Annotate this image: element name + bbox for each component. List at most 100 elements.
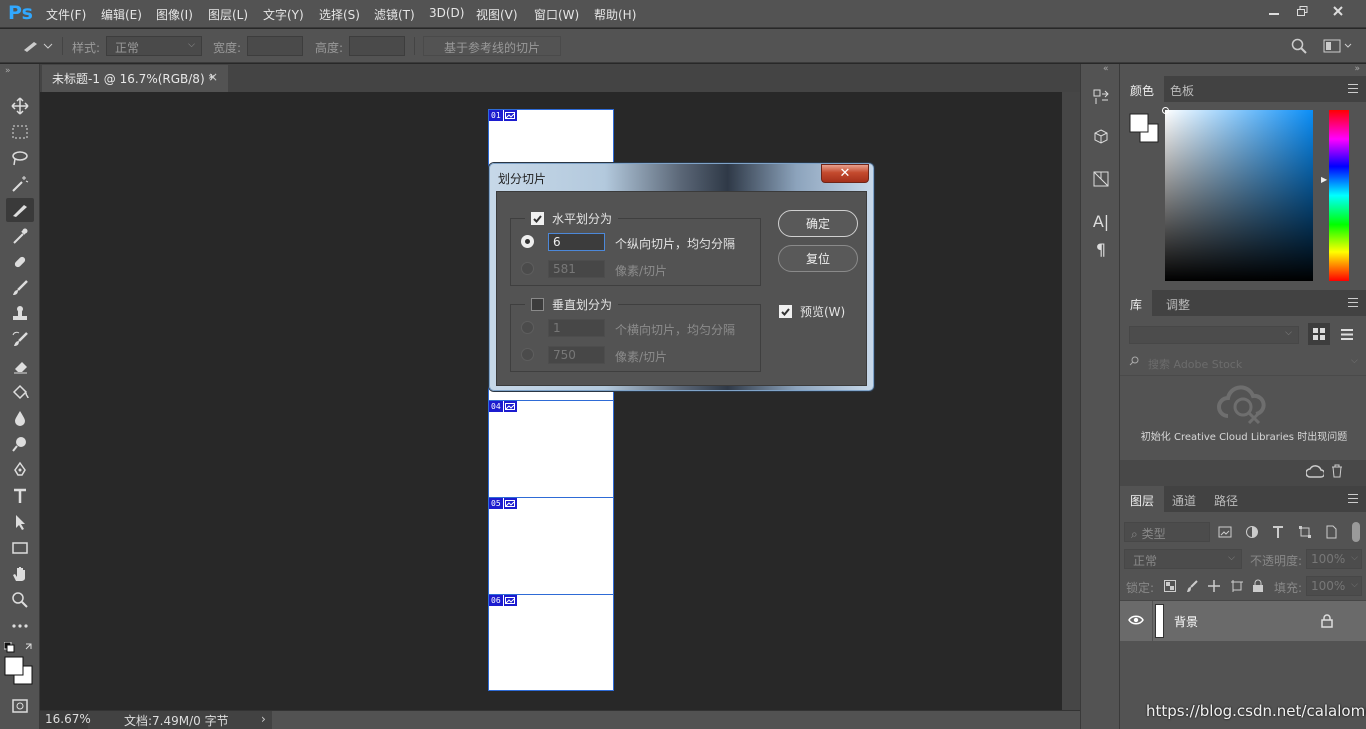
menu-layer[interactable]: 图层(L) xyxy=(208,6,248,23)
paragraph-panel-icon[interactable]: ¶ xyxy=(1090,238,1112,260)
default-colors-icon[interactable] xyxy=(4,642,34,654)
lock-all-icon[interactable] xyxy=(1252,579,1264,593)
menu-filter[interactable]: 滤镜(T) xyxy=(374,6,415,23)
horizontal-pixels-input[interactable]: 581 xyxy=(548,260,605,278)
3d-panel-icon[interactable] xyxy=(1090,126,1112,148)
list-view-icon[interactable] xyxy=(1336,323,1358,345)
pixel-filter-icon[interactable] xyxy=(1218,526,1232,538)
vertical-pixels-radio[interactable] xyxy=(521,348,534,361)
zoom-level[interactable]: 16.67% xyxy=(40,711,91,729)
tab-libraries[interactable]: 库 xyxy=(1120,290,1153,316)
paint-bucket-tool-icon[interactable] xyxy=(6,380,34,404)
close-icon[interactable] xyxy=(1324,2,1352,20)
horizontal-pixels-radio[interactable] xyxy=(521,262,534,275)
type-filter-icon[interactable] xyxy=(1271,525,1285,539)
opacity-input[interactable]: 100% ⌵ xyxy=(1306,549,1362,569)
more-tools-icon[interactable] xyxy=(6,614,34,638)
menu-view[interactable]: 视图(V) xyxy=(476,6,518,23)
hue-slider-handle-icon[interactable]: ▶ xyxy=(1321,175,1327,184)
filter-toggle[interactable] xyxy=(1352,522,1360,542)
ok-button[interactable]: 确定 xyxy=(778,210,858,237)
menu-type[interactable]: 文字(Y) xyxy=(263,6,304,23)
shape-filter-icon[interactable] xyxy=(1298,525,1312,539)
smart-object-filter-icon[interactable] xyxy=(1324,525,1338,539)
chevron-down-icon[interactable]: ⌵ xyxy=(1351,356,1358,366)
move-tool-icon[interactable] xyxy=(6,94,34,118)
horizontal-scrollbar[interactable] xyxy=(272,711,1080,729)
hand-tool-icon[interactable] xyxy=(6,562,34,586)
fill-input[interactable]: 100% ⌵ xyxy=(1306,576,1362,596)
library-panel-menu-icon[interactable] xyxy=(1348,298,1358,307)
foreground-background-colors[interactable] xyxy=(4,656,36,686)
vertical-scrollbar[interactable] xyxy=(1062,92,1080,710)
stock-search-input[interactable]: 搜索 Adobe Stock xyxy=(1148,356,1242,372)
tab-paths[interactable]: 路径 xyxy=(1204,486,1248,512)
document-tab[interactable]: 未标题-1 @ 16.7%(RGB/8) * × xyxy=(42,65,228,92)
lock-artboard-icon[interactable] xyxy=(1230,579,1244,593)
trash-icon[interactable] xyxy=(1331,464,1343,478)
pen-tool-icon[interactable] xyxy=(6,458,34,482)
marquee-tool-icon[interactable] xyxy=(6,120,34,144)
properties-panel-icon[interactable] xyxy=(1090,168,1112,190)
history-panel-icon[interactable] xyxy=(1090,86,1112,108)
menu-select[interactable]: 选择(S) xyxy=(319,6,360,23)
path-selection-tool-icon[interactable] xyxy=(6,510,34,534)
vertical-count-radio[interactable] xyxy=(521,321,534,334)
history-brush-tool-icon[interactable] xyxy=(6,328,34,352)
tab-adjustments[interactable]: 调整 xyxy=(1156,290,1200,316)
tab-layers[interactable]: 图层 xyxy=(1120,486,1165,512)
search-icon[interactable] xyxy=(1291,38,1307,54)
collapse-icon[interactable]: » xyxy=(5,66,11,76)
lock-transparent-icon[interactable] xyxy=(1164,580,1176,592)
lasso-tool-icon[interactable] xyxy=(6,146,34,170)
vertical-divide-checkbox[interactable] xyxy=(531,298,544,311)
menu-help[interactable]: 帮助(H) xyxy=(594,6,636,23)
type-tool-icon[interactable] xyxy=(6,484,34,508)
character-panel-icon[interactable]: A| xyxy=(1090,210,1112,232)
rectangle-tool-icon[interactable] xyxy=(6,536,34,560)
cloud-sync-icon[interactable] xyxy=(1306,465,1324,479)
hue-slider[interactable] xyxy=(1329,110,1349,281)
tab-color[interactable]: 颜色 xyxy=(1120,76,1165,102)
layer-name[interactable]: 背景 xyxy=(1174,613,1198,630)
collapse-icon[interactable]: » xyxy=(1354,64,1360,74)
slice-tool-icon[interactable] xyxy=(6,198,34,222)
library-select[interactable]: ⌵ xyxy=(1129,326,1299,344)
style-select[interactable]: 正常 ⌵ xyxy=(106,36,202,56)
reset-button[interactable]: 复位 xyxy=(778,245,858,272)
lock-position-icon[interactable] xyxy=(1207,579,1221,593)
quick-mask-icon[interactable] xyxy=(6,694,34,718)
status-arrow-icon[interactable]: › xyxy=(261,712,266,726)
horizontal-count-input[interactable]: 6 xyxy=(548,233,605,251)
slices-from-guides-button[interactable]: 基于参考线的切片 xyxy=(423,36,561,56)
vertical-pixels-input[interactable]: 750 xyxy=(548,346,605,364)
healing-brush-tool-icon[interactable] xyxy=(6,250,34,274)
layers-panel-menu-icon[interactable] xyxy=(1348,494,1358,503)
grid-view-icon[interactable] xyxy=(1308,323,1330,345)
restore-icon[interactable] xyxy=(1288,2,1316,20)
tab-close-icon[interactable]: × xyxy=(208,70,218,84)
blur-tool-icon[interactable] xyxy=(6,406,34,430)
color-panel-menu-icon[interactable] xyxy=(1348,84,1358,93)
dialog-close-button[interactable]: ✕ xyxy=(821,164,869,183)
minimize-icon[interactable] xyxy=(1260,2,1288,20)
tab-channels[interactable]: 通道 xyxy=(1162,486,1206,512)
height-input[interactable] xyxy=(349,36,405,56)
tab-swatches[interactable]: 色板 xyxy=(1160,76,1204,102)
vertical-count-input[interactable]: 1 xyxy=(548,319,605,337)
preview-checkbox[interactable] xyxy=(779,305,792,318)
color-picker-field[interactable] xyxy=(1162,107,1313,281)
magic-wand-tool-icon[interactable] xyxy=(6,172,34,196)
width-input[interactable] xyxy=(247,36,303,56)
horizontal-divide-checkbox[interactable] xyxy=(531,212,544,225)
lock-pixels-icon[interactable] xyxy=(1185,579,1199,593)
menu-3d[interactable]: 3D(D) xyxy=(429,6,464,20)
adjustment-filter-icon[interactable] xyxy=(1245,525,1259,539)
blend-mode-select[interactable]: 正常 ⌵ xyxy=(1124,549,1242,569)
brush-tool-icon[interactable] xyxy=(6,276,34,300)
layer-row[interactable]: 背景 xyxy=(1120,601,1366,641)
clone-stamp-tool-icon[interactable] xyxy=(6,302,34,326)
slice-tool-preset-icon[interactable] xyxy=(22,38,54,54)
eraser-tool-icon[interactable] xyxy=(6,354,34,378)
fg-bg-swatch[interactable] xyxy=(1128,112,1162,146)
